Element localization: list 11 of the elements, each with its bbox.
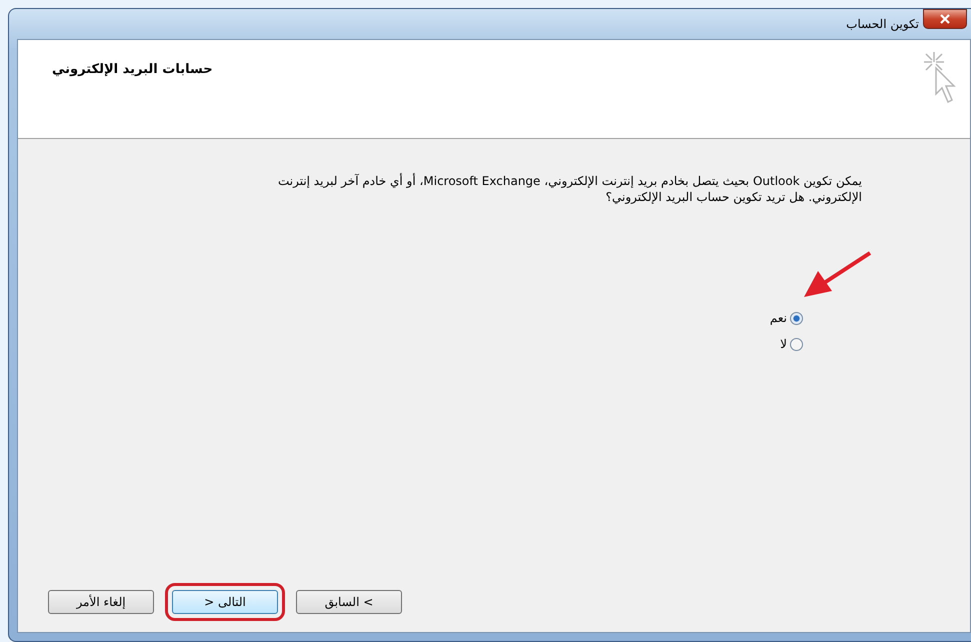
close-icon (940, 14, 950, 24)
dialog-button[interactable]: السابق < (296, 590, 402, 614)
close-button[interactable] (923, 9, 967, 29)
radio-button[interactable] (790, 338, 803, 350)
window-title: تكوين الحساب (846, 17, 919, 31)
radio-option[interactable]: نعم (770, 311, 803, 325)
page-heading: حسابات البريد الإلكتروني (52, 62, 213, 77)
intro-paragraph: يمكن تكوين Outlook بحيث يتصل بخادم بريد إنترنت الإلكتروني، Microsoft Exchange، أو أي خادم آخر لبريد إنترنت الإلكتروني. هل تريد تكوين حساب البريد الإلكتروني؟ (276, 173, 862, 205)
dialog-button[interactable]: إلغاء الأمر (48, 590, 154, 614)
radio-button[interactable] (790, 312, 803, 324)
radio-option[interactable]: لا (780, 337, 803, 351)
